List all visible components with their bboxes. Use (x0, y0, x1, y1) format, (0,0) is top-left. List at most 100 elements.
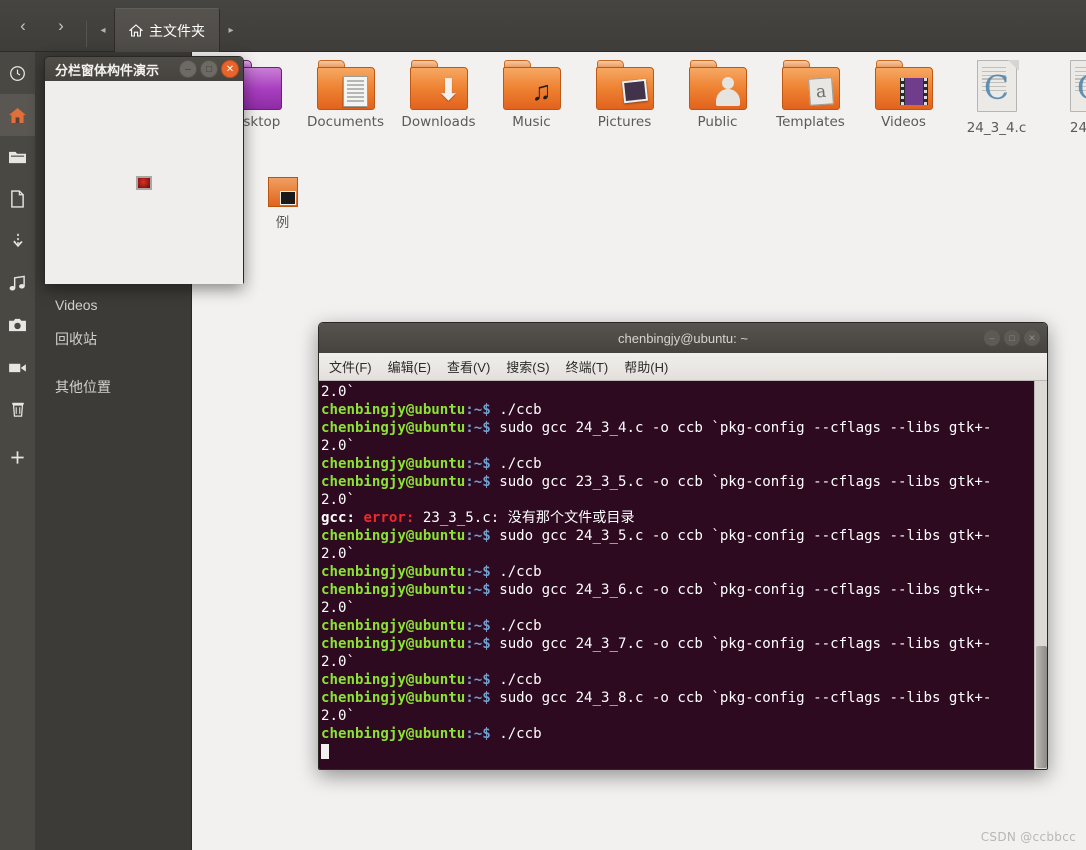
file-item-pictures[interactable]: Pictures (578, 60, 671, 136)
file-item-image-example[interactable]: 例 (236, 177, 329, 231)
launcher-item-add[interactable] (0, 436, 35, 478)
terminal-prompt-path: :~$ (465, 528, 500, 544)
toolbar-separator (86, 21, 87, 47)
terminal-continuation-text: 2.0` (321, 384, 355, 400)
close-button[interactable]: ✕ (221, 60, 239, 78)
file-item-label: 24_3_4.c (966, 120, 1027, 136)
minimize-button[interactable]: – (179, 60, 197, 78)
tab-scroll-right-button[interactable]: ▸ (220, 8, 242, 52)
music-icon (9, 275, 25, 290)
minimize-icon: – (989, 333, 995, 343)
menu-search[interactable]: 搜索(S) (506, 357, 549, 376)
terminal-error-source: gcc: (321, 510, 364, 526)
back-button[interactable]: ‹ (4, 8, 42, 44)
terminal-continuation-text: 2.0` (321, 600, 355, 616)
image-file-icon (267, 177, 298, 207)
triangle-right-icon: ▸ (228, 24, 234, 36)
launcher-item-music[interactable] (0, 262, 35, 304)
terminal-prompt-path: :~$ (465, 726, 500, 742)
terminal-prompt-user: chenbingjy@ubuntu (321, 582, 466, 598)
close-icon: ✕ (1028, 332, 1036, 343)
terminal-continuation-text: 2.0` (321, 492, 355, 508)
maximize-button[interactable]: □ (1004, 330, 1020, 346)
terminal-command-text: sudo gcc 24_3_5.c -o ccb `pkg-config --c… (499, 528, 992, 544)
menu-file[interactable]: 文件(F) (329, 357, 372, 376)
add-bookmark-icon (11, 450, 24, 464)
terminal-line: chenbingjy@ubuntu:~$ sudo gcc 24_3_6.c -… (321, 581, 1047, 599)
file-item-music[interactable]: ♫ Music (485, 60, 578, 136)
demo-window-titlebar[interactable]: 分栏窗体构件演示 – □ ✕ (45, 57, 243, 81)
file-item-24-3-next[interactable]: C 24_3_ (1043, 60, 1086, 136)
file-item-label: Videos (881, 114, 926, 130)
forward-button[interactable]: › (42, 8, 80, 44)
launcher-item-home[interactable] (0, 94, 35, 136)
terminal-command-text: sudo gcc 23_3_5.c -o ccb `pkg-config --c… (499, 474, 992, 490)
file-row-2: 例 (236, 177, 329, 231)
terminal-prompt-path: :~$ (465, 564, 500, 580)
terminal-window[interactable]: chenbingjy@ubuntu: ~ – □ ✕ 文件(F) 编辑(E) 查… (318, 322, 1048, 770)
demo-window-canvas[interactable] (45, 81, 243, 284)
launcher-item-recent[interactable] (0, 52, 35, 94)
triangle-left-icon: ◂ (100, 24, 106, 36)
camera-photos-icon (9, 318, 26, 332)
terminal-line: 2.0` (321, 599, 1047, 617)
terminal-prompt-user: chenbingjy@ubuntu (321, 690, 466, 706)
tab-strip: ◂ 主文件夹 ▸ (92, 8, 242, 52)
navigation-buttons: ‹ › (4, 8, 80, 44)
close-button[interactable]: ✕ (1024, 330, 1040, 346)
file-item-videos[interactable]: Videos (857, 60, 950, 136)
scrollbar-thumb[interactable] (1036, 646, 1047, 768)
terminal-command-text: sudo gcc 24_3_4.c -o ccb `pkg-config --c… (499, 420, 992, 436)
maximize-icon: □ (205, 63, 213, 75)
tab-label: 主文件夹 (149, 22, 205, 39)
terminal-prompt-user: chenbingjy@ubuntu (321, 636, 466, 652)
gtk-demo-window[interactable]: 分栏窗体构件演示 – □ ✕ (44, 56, 244, 284)
menu-edit[interactable]: 编辑(E) (388, 357, 431, 376)
c-source-file-icon: C (1066, 60, 1086, 116)
launcher-item-downloads[interactable] (0, 220, 35, 262)
terminal-output[interactable]: 2.0` chenbingjy@ubuntu:~$ ./ccb chenbingjy… (319, 381, 1047, 769)
red-gem-image[interactable] (136, 175, 152, 190)
menu-view[interactable]: 查看(V) (447, 357, 490, 376)
terminal-error-message: 23_3_5.c: 没有那个文件或目录 (414, 510, 635, 526)
file-item-public[interactable]: Public (671, 60, 764, 136)
folder-music-icon: ♫ (502, 60, 561, 110)
file-item-templates[interactable]: a Templates (764, 60, 857, 136)
chevron-left-icon: ‹ (20, 16, 26, 35)
launcher-item-trash[interactable] (0, 388, 35, 430)
tab-scroll-left-button[interactable]: ◂ (92, 8, 114, 52)
terminal-prompt-user: chenbingjy@ubuntu (321, 456, 466, 472)
terminal-titlebar[interactable]: chenbingjy@ubuntu: ~ – □ ✕ (319, 323, 1047, 353)
launcher-item-documents[interactable] (0, 178, 35, 220)
maximize-button[interactable]: □ (200, 60, 218, 78)
terminal-prompt-user: chenbingjy@ubuntu (321, 672, 466, 688)
folder-pictures-icon (595, 60, 654, 110)
menu-help[interactable]: 帮助(H) (624, 357, 668, 376)
minimize-button[interactable]: – (984, 330, 1000, 346)
folder-public-icon (688, 60, 747, 110)
terminal-command-text: sudo gcc 24_3_8.c -o ccb `pkg-config --c… (499, 690, 992, 706)
file-item-documents[interactable]: Documents (299, 60, 392, 136)
launcher-item-photos[interactable] (0, 304, 35, 346)
file-row-1: Desktop Documents ⬇ Downloads ♫ Music Pi… (206, 60, 1086, 136)
sidebar-item-label: 回收站 (55, 331, 97, 347)
terminal-scrollbar[interactable] (1034, 381, 1047, 769)
demo-window-title: 分栏窗体构件演示 (55, 62, 160, 78)
terminal-error-keyword: error: (363, 510, 415, 526)
terminal-line: 2.0` (321, 491, 1047, 509)
terminal-command-text: ./ccb (499, 726, 542, 742)
menu-terminal[interactable]: 终端(T) (566, 357, 609, 376)
file-item-24-3-4-c[interactable]: C 24_3_4.c (950, 60, 1043, 136)
document-icon (11, 190, 24, 208)
sidebar-item-videos[interactable]: Videos (35, 288, 191, 322)
terminal-command-text: ./ccb (499, 564, 542, 580)
launcher-item-folder[interactable] (0, 136, 35, 178)
tab-home-folder[interactable]: 主文件夹 (114, 8, 220, 52)
launcher-item-videos[interactable] (0, 346, 35, 388)
sidebar-item-trash[interactable]: 回收站 (35, 322, 191, 356)
terminal-command-text: ./ccb (499, 402, 542, 418)
c-source-file-icon: C (973, 60, 1020, 116)
sidebar-item-other-locations[interactable]: 其他位置 (35, 370, 191, 404)
file-item-downloads[interactable]: ⬇ Downloads (392, 60, 485, 136)
folder-documents-icon (316, 60, 375, 110)
